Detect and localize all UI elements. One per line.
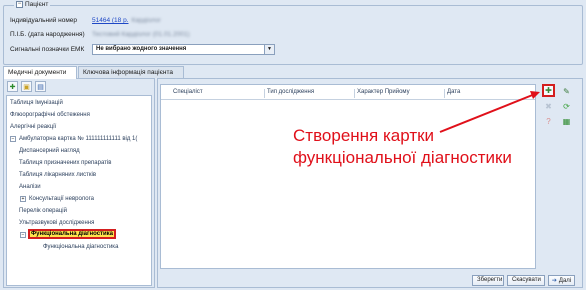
tab-medical-documents[interactable]: Медичні документи xyxy=(3,66,77,79)
annotation-arrow xyxy=(439,91,540,133)
tab-label: Медичні документи xyxy=(8,69,67,76)
